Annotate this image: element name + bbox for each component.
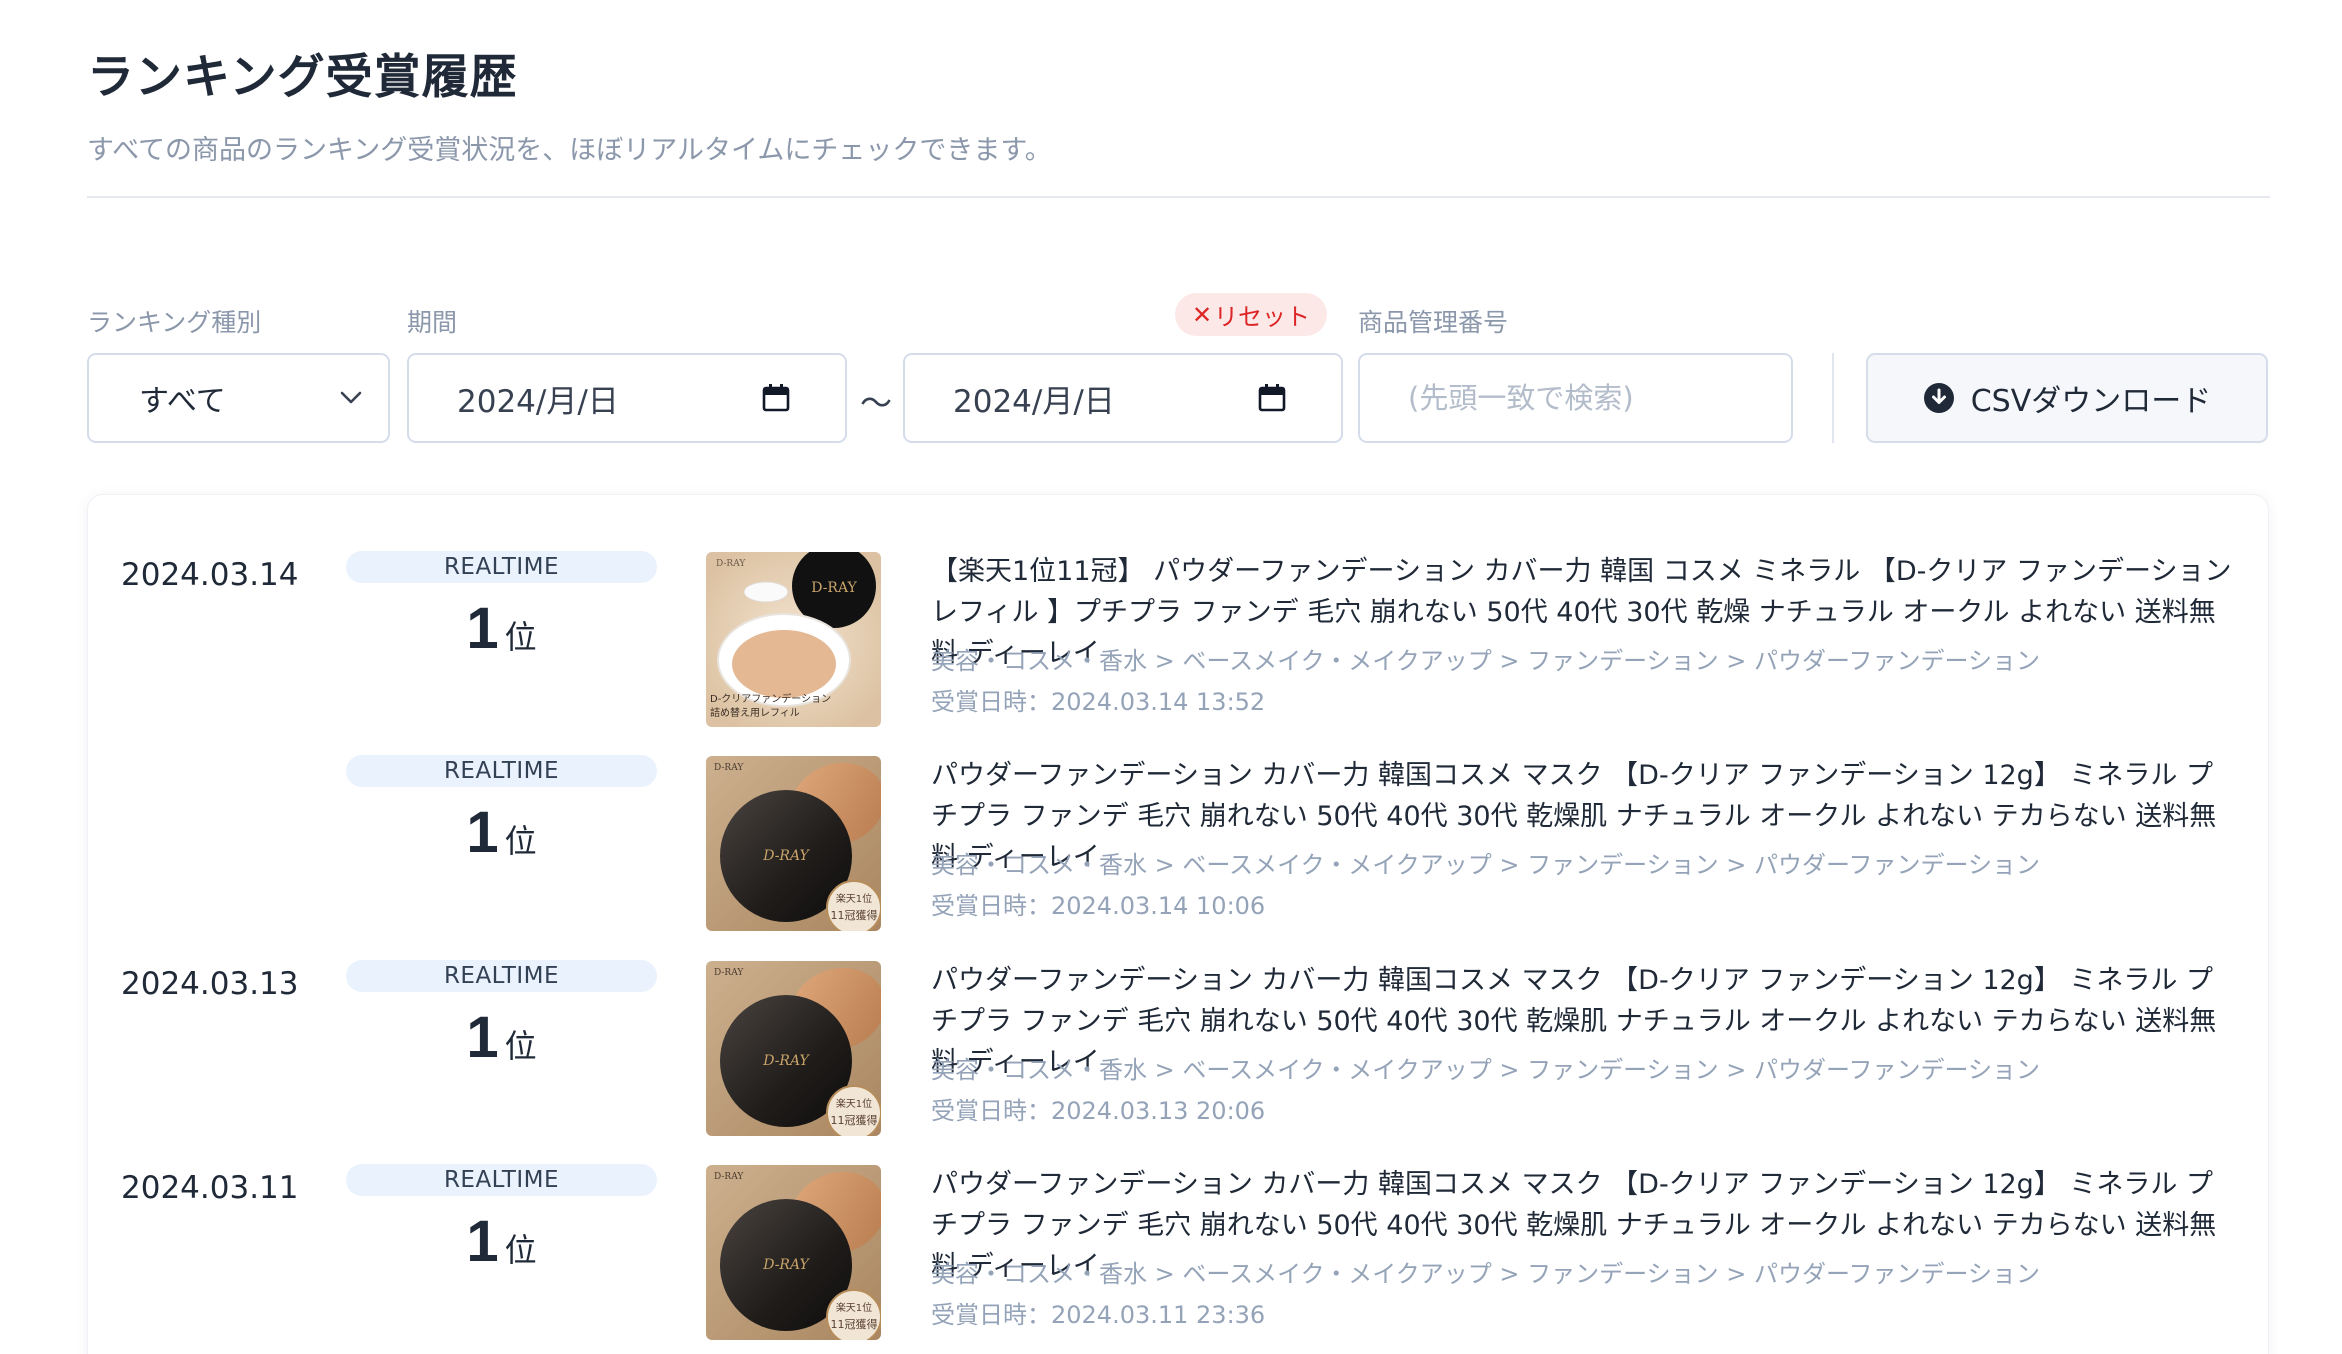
thumbnail-caption: 11冠獲得 bbox=[831, 1318, 878, 1331]
svg-text:D-RAY: D-RAY bbox=[762, 848, 810, 864]
period-end-date-input[interactable]: 2024/月/日 bbox=[903, 353, 1343, 443]
calendar-icon[interactable] bbox=[761, 383, 791, 413]
rank-value: 1位 bbox=[346, 1004, 657, 1071]
rank-number: 1 bbox=[466, 1209, 499, 1274]
ranking-type-label: ランキング種別 bbox=[87, 308, 262, 337]
rank-unit: 位 bbox=[504, 822, 537, 860]
svg-text:D-RAY: D-RAY bbox=[714, 968, 744, 978]
award-datetime: 受賞日時：2024.03.11 23:36 bbox=[931, 1301, 1266, 1329]
svg-text:D-RAY: D-RAY bbox=[762, 1053, 810, 1069]
rank-number: 1 bbox=[466, 1005, 499, 1070]
rank-number: 1 bbox=[466, 800, 499, 865]
header-divider bbox=[87, 196, 2270, 198]
close-icon: ✕ bbox=[1191, 300, 1213, 329]
download-circle-icon bbox=[1923, 383, 1954, 413]
rank-number: 1 bbox=[466, 596, 499, 661]
svg-text:D-RAY: D-RAY bbox=[716, 559, 746, 569]
rank-value: 1位 bbox=[346, 595, 657, 662]
svg-text:D-RAY: D-RAY bbox=[714, 1172, 744, 1182]
period-label: 期間 bbox=[407, 308, 458, 337]
category-path: 美容・コスメ・香水 > ベースメイク・メイクアップ > ファンデーション > パ… bbox=[931, 647, 2041, 675]
rank-unit: 位 bbox=[504, 1231, 537, 1269]
reset-label: リセット bbox=[1214, 303, 1311, 331]
thumbnail-caption: 楽天1位 bbox=[836, 1301, 872, 1314]
page-subtitle: すべての商品のランキング受賞状況を、ほぼリアルタイムにチェックできます。 bbox=[87, 135, 1052, 166]
reset-button[interactable]: ✕ リセット bbox=[1175, 293, 1327, 336]
chevron-down-icon bbox=[340, 391, 362, 404]
product-thumbnail[interactable]: D-RAY D-RAY 楽天1位 11冠獲得 bbox=[706, 1165, 881, 1340]
realtime-badge: REALTIME bbox=[346, 1164, 657, 1196]
rank-value: 1位 bbox=[346, 1208, 657, 1275]
product-id-field[interactable] bbox=[1358, 353, 1793, 443]
ranking-entry: 2024.03.11 REALTIME 1位 D-RAY D-RAY 楽天1位 … bbox=[88, 1108, 2268, 1340]
period-start-date-input[interactable]: 2024/月/日 bbox=[407, 353, 847, 443]
ranking-history-page: ランキング受賞履歴 すべての商品のランキング受賞状況を、ほぼリアルタイムにチェッ… bbox=[0, 0, 2342, 1354]
realtime-badge: REALTIME bbox=[346, 755, 657, 787]
compact-product-image: D-RAY D-RAY 楽天1位 11冠獲得 bbox=[706, 1165, 881, 1340]
ranking-entry: 2024.03.13 REALTIME 1位 D-RAY D-RAY 楽天1位 … bbox=[88, 904, 2268, 1136]
category-path: 美容・コスメ・香水 > ベースメイク・メイクアップ > ファンデーション > パ… bbox=[931, 1260, 2041, 1288]
svg-text:D-RAY: D-RAY bbox=[762, 1257, 810, 1273]
csv-download-label: CSVダウンロード bbox=[1970, 384, 2212, 419]
ranking-results-card: 2024.03.14 REALTIME 1位 D-RAY D-RAY D-クリア… bbox=[87, 494, 2269, 1354]
entry-date: 2024.03.11 bbox=[121, 1170, 299, 1206]
product-id-label: 商品管理番号 bbox=[1358, 308, 1509, 337]
realtime-badge: REALTIME bbox=[346, 960, 657, 992]
category-path: 美容・コスメ・香水 > ベースメイク・メイクアップ > ファンデーション > パ… bbox=[931, 851, 2041, 879]
rank-unit: 位 bbox=[504, 1027, 537, 1065]
realtime-badge: REALTIME bbox=[346, 551, 657, 583]
ranking-entry: REALTIME 1位 D-RAY D-RAY 楽天1位 11冠獲得 パウダーフ… bbox=[88, 699, 2268, 931]
product-id-input[interactable] bbox=[1408, 381, 1743, 415]
category-path: 美容・コスメ・香水 > ベースメイク・メイクアップ > ファンデーション > パ… bbox=[931, 1056, 2041, 1084]
ranking-type-select[interactable]: すべて bbox=[87, 353, 390, 443]
csv-download-button[interactable]: CSVダウンロード bbox=[1866, 353, 2268, 443]
toolbar-divider bbox=[1832, 353, 1834, 443]
ranking-entry: 2024.03.14 REALTIME 1位 D-RAY D-RAY D-クリア… bbox=[88, 495, 2268, 727]
svg-text:D-RAY: D-RAY bbox=[811, 580, 857, 596]
period-start-value: 2024/月/日 bbox=[457, 383, 619, 420]
page-title: ランキング受賞履歴 bbox=[87, 50, 518, 105]
rank-value: 1位 bbox=[346, 799, 657, 866]
svg-text:D-RAY: D-RAY bbox=[714, 763, 744, 773]
entry-date: 2024.03.13 bbox=[121, 966, 299, 1002]
period-end-value: 2024/月/日 bbox=[953, 383, 1115, 420]
range-separator: 〜 bbox=[860, 384, 893, 422]
rank-unit: 位 bbox=[504, 618, 537, 656]
entry-date: 2024.03.14 bbox=[121, 557, 299, 593]
calendar-icon[interactable] bbox=[1257, 383, 1287, 413]
ranking-type-value: すべて bbox=[139, 384, 226, 419]
